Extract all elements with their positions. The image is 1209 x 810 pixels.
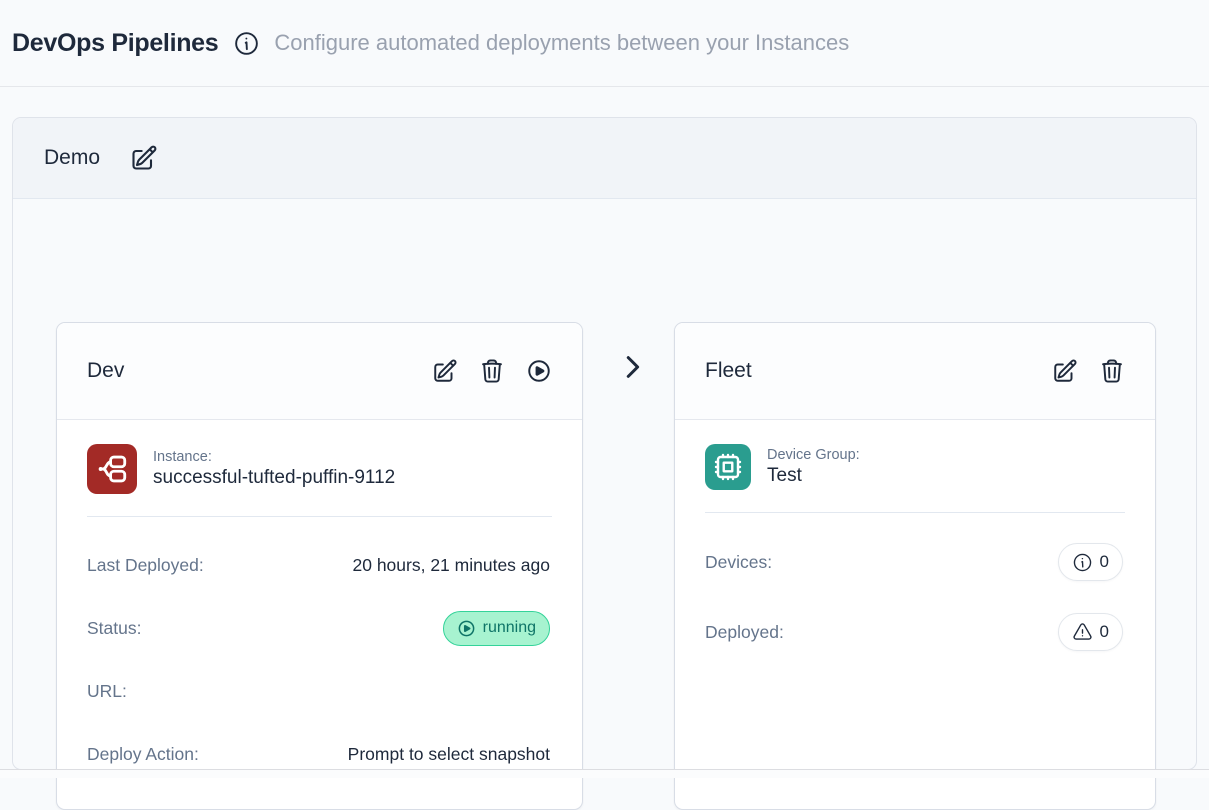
device-group-row: Device Group: Test <box>675 420 1155 512</box>
run-dev-stage-button[interactable] <box>526 358 552 384</box>
last-deployed-row: Last Deployed: 20 hours, 21 minutes ago <box>87 547 550 583</box>
device-group-label: Device Group: <box>767 447 860 463</box>
next-section-edge <box>0 769 1209 778</box>
dev-card-actions <box>432 358 552 384</box>
chevron-right-icon <box>617 352 647 382</box>
deploy-action-row: Deploy Action: Prompt to select snapshot <box>87 736 550 772</box>
deployed-row: Deployed: 0 <box>705 613 1123 651</box>
edit-fleet-stage-button[interactable] <box>1052 358 1078 384</box>
last-deployed-value: 20 hours, 21 minutes ago <box>353 555 551 576</box>
page-info-button[interactable] <box>232 29 260 57</box>
edit-icon <box>130 144 158 172</box>
page-title: DevOps Pipelines <box>12 29 218 58</box>
status-label: Status: <box>87 618 141 639</box>
deploy-action-value: Prompt to select snapshot <box>348 744 550 765</box>
workflow-icon <box>87 444 137 494</box>
deployed-count: 0 <box>1100 622 1109 642</box>
devices-count-pill[interactable]: 0 <box>1058 543 1123 581</box>
pipeline-panel-header: Demo <box>13 118 1196 199</box>
devices-count: 0 <box>1100 552 1109 572</box>
fleet-stage-card: Fleet <box>674 322 1156 810</box>
pipeline-stages: Dev <box>13 199 1196 770</box>
dev-detail-rows: Last Deployed: 20 hours, 21 minutes ago … <box>57 517 582 772</box>
delete-dev-stage-button[interactable] <box>479 358 505 384</box>
stage-connector <box>616 351 648 383</box>
pipeline-name: Demo <box>44 146 100 170</box>
device-group-name: Test <box>767 465 860 487</box>
last-deployed-label: Last Deployed: <box>87 555 204 576</box>
dev-card-header: Dev <box>57 323 582 420</box>
play-circle-icon <box>457 619 476 638</box>
fleet-detail-rows: Devices: 0 <box>675 513 1155 651</box>
fleet-card-actions <box>1052 358 1125 384</box>
status-row: Status: running <box>87 610 550 646</box>
devices-row: Devices: 0 <box>705 543 1123 581</box>
fleet-card-title: Fleet <box>705 359 752 383</box>
play-circle-icon <box>526 358 552 384</box>
deployed-count-pill[interactable]: 0 <box>1058 613 1123 651</box>
instance-label: Instance: <box>153 449 395 465</box>
device-group-info: Device Group: Test <box>767 447 860 487</box>
warning-triangle-icon <box>1072 622 1093 643</box>
info-circle-icon <box>1072 552 1093 573</box>
trash-icon <box>479 358 505 384</box>
dev-stage-card: Dev <box>56 322 583 810</box>
deploy-action-label: Deploy Action: <box>87 744 199 765</box>
url-label: URL: <box>87 681 127 702</box>
pipeline-panel: Demo Dev <box>12 117 1197 770</box>
trash-icon <box>1099 358 1125 384</box>
delete-fleet-stage-button[interactable] <box>1099 358 1125 384</box>
edit-icon <box>432 358 458 384</box>
dev-card-body: Instance: successful-tufted-puffin-9112 … <box>57 420 582 772</box>
devices-label: Devices: <box>705 552 772 573</box>
cpu-chip-icon <box>705 444 751 490</box>
instance-name: successful-tufted-puffin-9112 <box>153 467 395 489</box>
status-badge-text: running <box>483 619 536 637</box>
deployed-label: Deployed: <box>705 622 784 643</box>
url-row: URL: <box>87 673 550 709</box>
instance-row: Instance: successful-tufted-puffin-9112 <box>57 420 582 516</box>
info-circle-icon <box>233 30 260 57</box>
edit-icon <box>1052 358 1078 384</box>
page-header: DevOps Pipelines Configure automated dep… <box>0 0 1209 87</box>
edit-dev-stage-button[interactable] <box>432 358 458 384</box>
fleet-card-header: Fleet <box>675 323 1155 420</box>
dev-card-title: Dev <box>87 359 124 383</box>
fleet-card-body: Device Group: Test Devices: <box>675 420 1155 651</box>
page-subtitle: Configure automated deployments between … <box>274 30 849 56</box>
edit-pipeline-button[interactable] <box>130 144 158 172</box>
status-badge: running <box>443 611 550 646</box>
instance-info: Instance: successful-tufted-puffin-9112 <box>153 449 395 489</box>
